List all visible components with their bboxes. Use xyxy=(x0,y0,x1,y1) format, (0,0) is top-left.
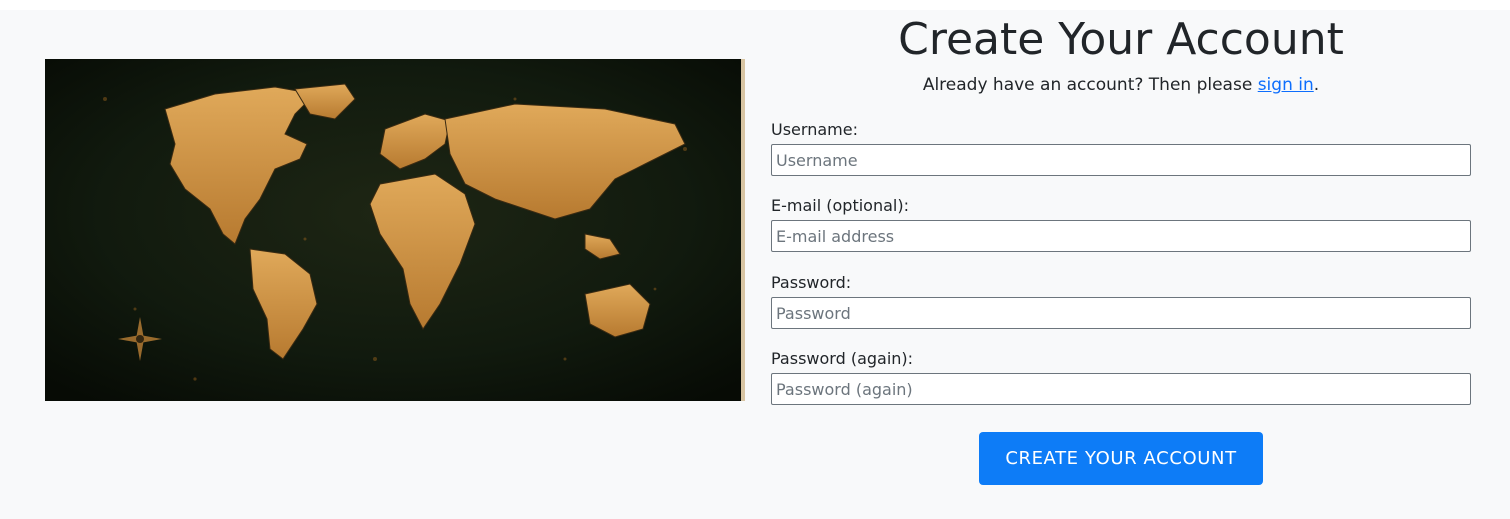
page-title: Create Your Account xyxy=(898,14,1344,65)
username-input[interactable] xyxy=(771,144,1471,176)
password-group: Password: xyxy=(771,273,1471,329)
password-again-label: Password (again): xyxy=(771,349,914,368)
email-group: E-mail (optional): xyxy=(771,196,1471,252)
username-group: Username: xyxy=(771,120,1471,176)
world-map-illustration xyxy=(45,59,745,401)
password-label: Password: xyxy=(771,273,852,292)
world-map-image xyxy=(45,59,745,401)
signin-prompt-text: Already have an account? Then please xyxy=(922,75,1258,95)
password-again-input[interactable] xyxy=(771,373,1471,405)
sign-in-link[interactable]: sign in xyxy=(1258,75,1314,95)
signin-prompt: Already have an account? Then please sig… xyxy=(771,74,1471,96)
signup-page: Create Your Account Already have an acco… xyxy=(0,10,1510,519)
password-input[interactable] xyxy=(771,297,1471,329)
create-account-button[interactable]: CREATE YOUR ACCOUNT xyxy=(979,432,1263,485)
password-again-group: Password (again): xyxy=(771,349,1471,405)
username-label: Username: xyxy=(771,120,858,139)
email-input[interactable] xyxy=(771,220,1471,252)
email-label: E-mail (optional): xyxy=(771,196,909,215)
signin-prompt-period: . xyxy=(1313,75,1320,95)
